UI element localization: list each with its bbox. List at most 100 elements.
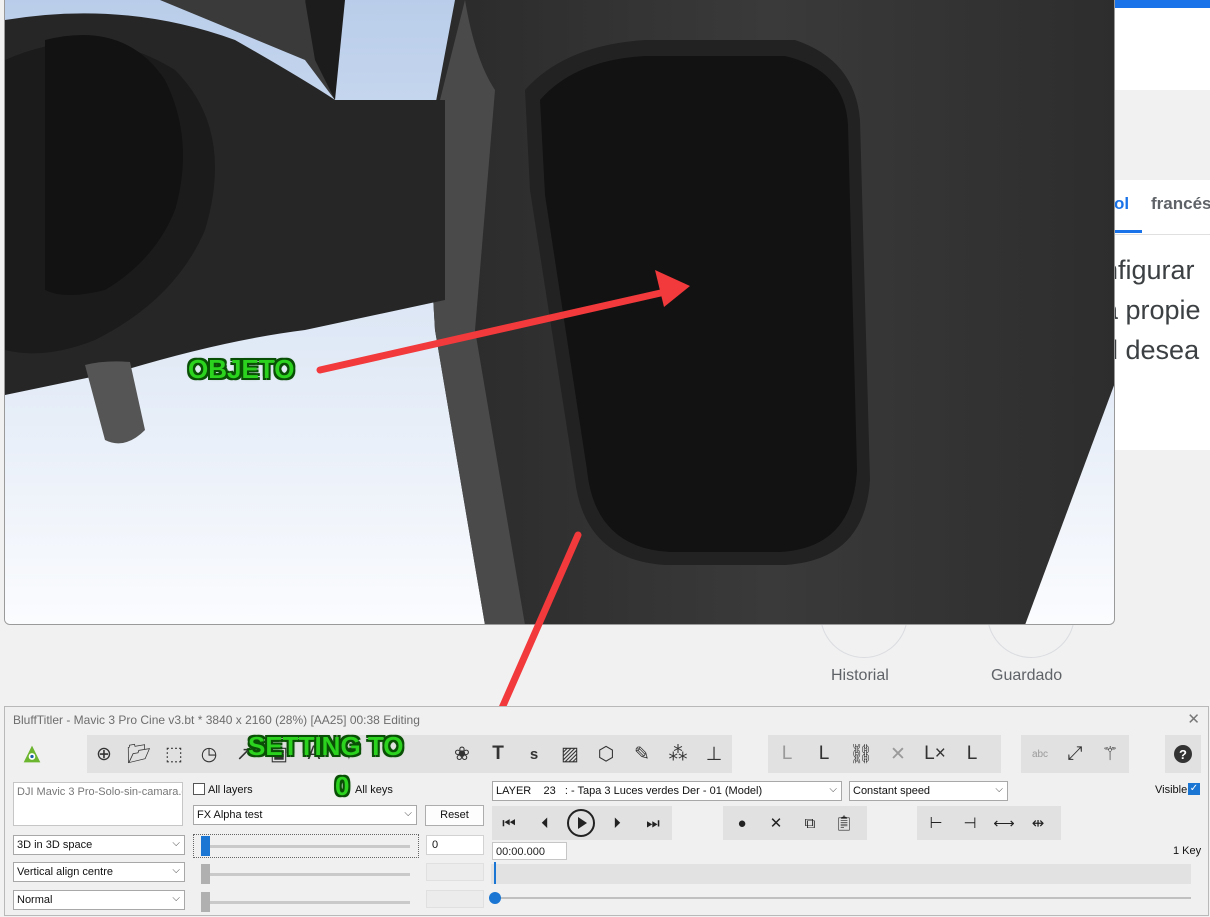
add-icon[interactable]: ⊕: [87, 735, 121, 773]
visible-checkbox[interactable]: ✓: [1188, 783, 1200, 795]
tab-spanish[interactable]: ol: [1114, 194, 1129, 214]
align-left-icon[interactable]: ⊢: [921, 806, 951, 840]
layer-toolbar-group: L L ⛓ ✕ L× L: [768, 735, 1001, 773]
text-line: d desea: [1103, 335, 1200, 365]
image-icon[interactable]: ▨: [553, 735, 587, 773]
param3-slider-track: [203, 901, 410, 904]
toolbar: ⊕ 📂︎ ⬚ ◷ ↗ ▣ A ✦ ❀ T s ▨ ⬡ ✎ ⁂ ⊥ L L ⛓ ✕…: [5, 735, 1208, 773]
history-label[interactable]: Historial: [831, 667, 889, 685]
magic-wand-icon[interactable]: ⚚: [1093, 735, 1127, 773]
chevron-down-icon: ⌵: [172, 865, 180, 876]
header-area: [1100, 8, 1210, 90]
language-tabs: ol francés: [1100, 180, 1210, 235]
file-name-field[interactable]: DJI Mavic 3 Pro-Solo-sin-camara.g: [13, 782, 183, 826]
time-field[interactable]: 00:00.000: [492, 842, 567, 860]
window-title: BluffTitler - Mavic 3 Pro Cine v3.bt * 3…: [13, 713, 420, 727]
saved-label[interactable]: Guardado: [991, 667, 1062, 685]
effects-icon[interactable]: ❀: [445, 735, 479, 773]
annotation-objeto: OBJETO: [188, 354, 295, 384]
param-slider-track[interactable]: [203, 845, 410, 848]
space-select[interactable]: 3D in 3D space ⌵: [13, 835, 185, 855]
resize-icon[interactable]: ⤢: [1058, 735, 1092, 773]
speed-select[interactable]: Constant speed ⌵: [849, 781, 1008, 801]
text-line: nfigurar: [1103, 255, 1195, 285]
play-icon[interactable]: [566, 806, 596, 840]
align-select-value: Vertical align centre: [17, 866, 113, 878]
transport-controls: ⏮ ⏴ ⏵ ⏭: [492, 806, 672, 840]
space-select-value: 3D in 3D space: [17, 839, 93, 851]
cube-icon[interactable]: ⬡: [589, 735, 623, 773]
skip-start-icon[interactable]: ⏮: [494, 806, 524, 840]
all-keys-label: All keys: [355, 784, 393, 796]
align-key-controls: ⊢ ⊣ ⟷ ⇹: [917, 806, 1061, 840]
scrub-track[interactable]: [495, 897, 1191, 899]
all-layers-checkbox[interactable]: [193, 783, 205, 795]
param3-value-field: [426, 890, 484, 908]
title-bar: BluffTitler - Mavic 3 Pro Cine v3.bt * 3…: [5, 707, 1208, 731]
timeline-cursor[interactable]: [494, 862, 496, 884]
speed-select-value: Constant speed: [853, 785, 931, 797]
stretch-icon[interactable]: ⟷: [989, 806, 1019, 840]
clock-icon[interactable]: ◷: [192, 735, 226, 773]
effect-select[interactable]: FX Alpha test ⌵: [193, 805, 417, 825]
timeline[interactable]: [491, 864, 1191, 884]
reset-button[interactable]: Reset: [425, 805, 484, 826]
effect-select-value: FX Alpha test: [197, 809, 263, 821]
blend-select[interactable]: Normal ⌵: [13, 890, 185, 910]
blufftitler-window: BluffTitler - Mavic 3 Pro Cine v3.bt * 3…: [4, 706, 1209, 916]
chevron-down-icon: ⌵: [404, 808, 412, 819]
chevron-down-icon: ⌵: [829, 784, 837, 795]
translation-text-panel: nfigurar a propie d desea: [1100, 235, 1210, 450]
scrub-thumb[interactable]: [489, 892, 501, 904]
text-line: a propie: [1103, 295, 1201, 325]
layer-chain-icon[interactable]: ⛓: [844, 735, 878, 773]
align-select[interactable]: Vertical align centre ⌵: [13, 862, 185, 882]
chevron-down-icon: ⌵: [995, 784, 1003, 795]
compress-icon[interactable]: ⇹: [1023, 806, 1053, 840]
chevron-down-icon: ⌵: [172, 893, 180, 904]
paste-icon[interactable]: 📋︎: [829, 806, 859, 840]
3d-viewport[interactable]: [4, 0, 1115, 625]
param2-value-field: [426, 863, 484, 881]
key-controls: ● ✕ ⧉ 📋︎: [723, 806, 867, 840]
app-logo-icon: [15, 735, 49, 773]
svg-text:?: ?: [1179, 747, 1187, 762]
open-folder-icon[interactable]: 📂︎: [122, 735, 156, 773]
param-slider-thumb[interactable]: [201, 836, 210, 856]
close-icon[interactable]: ✕: [1187, 710, 1200, 728]
blend-select-value: Normal: [17, 894, 53, 906]
text-layer-icon[interactable]: T: [481, 735, 515, 773]
help-icon[interactable]: ?: [1166, 735, 1200, 773]
key-count: 1 Key: [1173, 845, 1202, 857]
help-toolbar-group: ?: [1165, 735, 1201, 773]
layer-new-icon[interactable]: L: [955, 735, 989, 773]
s-icon[interactable]: s: [517, 735, 551, 773]
view-toolbar-group: abc ⤢ ⚚: [1021, 735, 1129, 773]
tab-french[interactable]: francés: [1151, 194, 1210, 214]
param-value-field[interactable]: 0: [426, 835, 484, 855]
delete-key-icon[interactable]: ✕: [761, 806, 791, 840]
step-forward-icon[interactable]: ⏵: [602, 806, 632, 840]
align-right-icon[interactable]: ⊣: [955, 806, 985, 840]
chevron-down-icon: ⌵: [172, 838, 180, 849]
main-toolbar-group: ⊕ 📂︎ ⬚ ◷ ↗ ▣ A ✦ ❀ T s ▨ ⬡ ✎ ⁂ ⊥: [87, 735, 732, 773]
layer-icon[interactable]: ⊥: [697, 735, 731, 773]
abc-icon: abc: [1031, 748, 1049, 760]
layer-delete-icon[interactable]: L×: [918, 735, 952, 773]
record-icon[interactable]: ●: [727, 806, 757, 840]
layer-link-icon[interactable]: L: [807, 735, 841, 773]
3d-render: [5, 0, 1114, 624]
brush-icon[interactable]: ✎: [625, 735, 659, 773]
layer-dim-icon: L: [781, 743, 793, 764]
header-accent-bar: [1100, 0, 1210, 8]
particles-icon[interactable]: ⁂: [661, 735, 695, 773]
annotation-setting: SETTING TO: [248, 731, 404, 761]
select-area-icon[interactable]: ⬚: [157, 735, 191, 773]
param2-slider-track: [203, 873, 410, 876]
layer-select[interactable]: LAYER 23 : - Tapa 3 Luces verdes Der - 0…: [492, 781, 842, 801]
skip-end-icon[interactable]: ⏭: [638, 806, 668, 840]
layer-select-value: LAYER 23 : - Tapa 3 Luces verdes Der - 0…: [496, 785, 763, 797]
visible-label: Visible: [1155, 784, 1188, 796]
step-back-icon[interactable]: ⏴: [530, 806, 560, 840]
copy-icon[interactable]: ⧉: [795, 806, 825, 840]
